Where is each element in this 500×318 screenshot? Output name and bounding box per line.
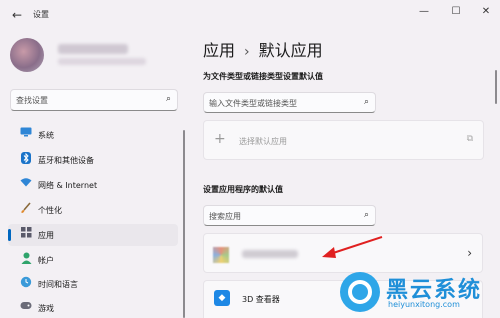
sidebar-item-time-language[interactable]: 时间和语言 xyxy=(8,273,178,295)
blurred-app-name xyxy=(242,250,298,258)
close-button[interactable]: ✕ xyxy=(474,4,498,20)
minimize-button[interactable]: — xyxy=(412,4,436,20)
breadcrumb-separator: › xyxy=(244,44,250,60)
wifi-icon xyxy=(18,177,34,193)
sidebar-item-personalization[interactable]: 个性化 xyxy=(8,199,178,221)
search-icon: ⌕ xyxy=(363,97,369,107)
sidebar-item-label: 游戏 xyxy=(38,304,54,313)
choose-default-app-card[interactable]: + 选择默认应用 ⧉ xyxy=(203,120,484,160)
blurred-user-name xyxy=(58,44,128,54)
sidebar-item-label: 时间和语言 xyxy=(38,280,78,289)
sidebar-scrollbar[interactable] xyxy=(183,130,185,318)
maximize-button[interactable]: ☐ xyxy=(444,4,468,20)
breadcrumb-current: 默认应用 xyxy=(258,41,323,60)
title-bar: ← 设置 — ☐ ✕ xyxy=(0,0,500,30)
cube-3d-icon: ◆ xyxy=(214,290,230,306)
breadcrumb-parent[interactable]: 应用 xyxy=(203,41,235,60)
person-icon xyxy=(18,252,34,268)
sidebar-item-label: 应用 xyxy=(38,231,54,240)
apps-icon xyxy=(18,227,34,243)
sidebar-item-label: 个性化 xyxy=(38,206,62,215)
red-annotation-arrow xyxy=(322,236,383,258)
sidebar-item-accounts[interactable]: 帐户 xyxy=(8,249,178,271)
sidebar-item-label: 帐户 xyxy=(38,256,54,265)
choose-default-app-label: 选择默认应用 xyxy=(239,137,287,146)
file-type-search-box[interactable]: ⌕ xyxy=(203,92,376,113)
watermark-logo-icon xyxy=(340,272,380,312)
settings-search-input[interactable] xyxy=(16,93,156,107)
app-name: 3D 查看器 xyxy=(242,295,280,304)
chevron-right-icon: › xyxy=(467,246,472,260)
external-link-icon: ⧉ xyxy=(466,134,473,144)
main-scrollbar[interactable] xyxy=(495,70,497,104)
sidebar-item-label: 网络 & Internet xyxy=(38,181,98,190)
app-search-input[interactable] xyxy=(209,209,349,223)
monitor-icon xyxy=(18,127,34,143)
bluetooth-icon xyxy=(18,152,34,168)
watermark-url: heiyunxitong.com xyxy=(388,300,460,309)
blurred-app-icon xyxy=(213,247,229,263)
breadcrumb: 应用 › 默认应用 xyxy=(203,37,323,61)
brush-icon xyxy=(18,202,34,218)
back-arrow-icon[interactable]: ← xyxy=(8,7,26,23)
file-type-section-title: 为文件类型或链接类型设置默认值 xyxy=(203,72,323,81)
sidebar-item-gaming[interactable]: 游戏 xyxy=(8,297,178,318)
sidebar-item-network[interactable]: 网络 & Internet xyxy=(8,174,178,196)
globe-clock-icon xyxy=(18,276,34,292)
gamepad-icon xyxy=(18,300,34,316)
sidebar-item-label: 蓝牙和其他设备 xyxy=(38,156,94,165)
blurred-user-email xyxy=(58,58,146,65)
settings-search-box[interactable]: ⌕ xyxy=(10,89,178,111)
file-type-search-input[interactable] xyxy=(209,96,349,110)
search-icon: ⌕ xyxy=(165,94,171,104)
search-icon: ⌕ xyxy=(363,210,369,220)
watermark: 黑云系统 heiyunxitong.com xyxy=(336,270,500,318)
app-search-box[interactable]: ⌕ xyxy=(203,205,376,226)
sidebar-item-bluetooth[interactable]: 蓝牙和其他设备 xyxy=(8,149,178,171)
avatar[interactable] xyxy=(10,38,44,72)
app-section-title: 设置应用程序的默认值 xyxy=(203,185,283,194)
app-title: 设置 xyxy=(33,10,49,19)
sidebar-item-apps[interactable]: 应用 xyxy=(8,224,178,246)
sidebar-item-system[interactable]: 系统 xyxy=(8,124,178,146)
plus-icon: + xyxy=(214,131,226,147)
active-indicator xyxy=(8,229,11,241)
sidebar-item-label: 系统 xyxy=(38,131,54,140)
